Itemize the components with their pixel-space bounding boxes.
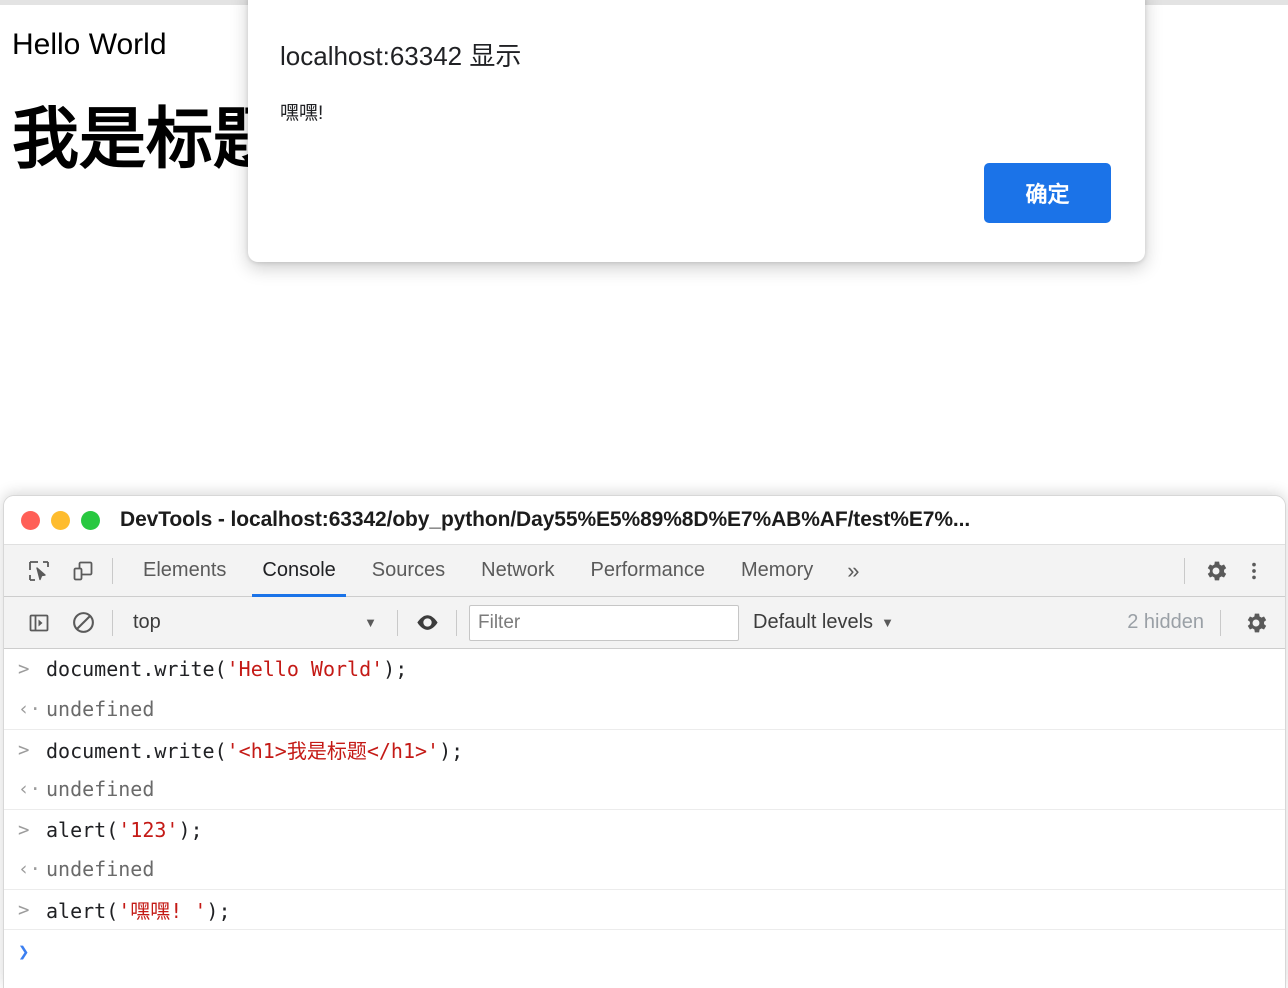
output-arrow-icon: ‹· — [18, 698, 41, 720]
more-tabs-icon[interactable]: » — [831, 545, 875, 597]
console-message-list[interactable]: > document.write('Hello World'); ‹· undefin… — [4, 649, 1285, 973]
output-arrow-icon: ‹· — [18, 778, 41, 800]
tab-console[interactable]: Console — [244, 545, 353, 597]
console-input-row: > alert('嘿嘿! '); — [4, 889, 1285, 929]
settings-gear-icon[interactable] — [1197, 552, 1235, 590]
console-row-text: document.write('Hello World'); — [46, 657, 408, 681]
console-output-row: ‹· undefined — [4, 769, 1285, 809]
input-arrow-icon: > — [18, 898, 30, 921]
tab-elements[interactable]: Elements — [125, 545, 244, 597]
more-options-icon[interactable] — [1235, 552, 1273, 590]
page-heading: 我是标题 — [12, 102, 280, 177]
alert-dialog: localhost:63342 显示 嘿嘿! 确定 — [248, 0, 1145, 262]
input-arrow-icon: > — [18, 818, 30, 841]
page-body-text: Hello World — [12, 28, 167, 61]
log-levels-dropdown[interactable]: Default levels ▼ — [753, 611, 894, 634]
filterbar-divider-2 — [397, 609, 398, 636]
devtools-window: DevTools - localhost:63342/oby_python/Da… — [3, 495, 1286, 988]
tab-sources[interactable]: Sources — [354, 545, 463, 597]
tab-performance[interactable]: Performance — [573, 545, 724, 597]
filterbar-right-group: 2 hidden — [1127, 604, 1285, 642]
log-levels-label: Default levels — [753, 611, 874, 633]
output-arrow-icon: ‹· — [18, 858, 41, 880]
execution-context-label: top — [133, 611, 161, 633]
inspect-element-icon[interactable] — [22, 554, 56, 588]
console-sidebar-toggle-icon[interactable] — [22, 606, 56, 640]
tabbar-right-group — [1172, 552, 1285, 590]
maximize-window-button[interactable] — [81, 510, 100, 530]
screen: Hello World 我是标题 localhost:63342 显示 嘿嘿! … — [0, 0, 1288, 988]
input-arrow-icon: > — [18, 738, 30, 761]
chevron-down-icon: ▼ — [881, 615, 894, 630]
tabbar-divider-1 — [112, 557, 113, 584]
console-filterbar: top ▼ Default levels ▼ 2 hidden — [4, 597, 1285, 649]
alert-dialog-title: localhost:63342 显示 — [280, 41, 522, 71]
console-output-row: ‹· undefined — [4, 689, 1285, 729]
hidden-messages-count: 2 hidden — [1127, 611, 1204, 633]
devtools-titlebar: DevTools - localhost:63342/oby_python/Da… — [4, 496, 1285, 545]
execution-context-dropdown[interactable]: top ▼ — [125, 606, 385, 640]
console-row-text: undefined — [46, 777, 155, 801]
alert-dialog-message: 嘿嘿! — [280, 103, 324, 124]
tab-network[interactable]: Network — [463, 545, 572, 597]
console-prompt-row[interactable]: ❯ — [4, 929, 1285, 973]
filterbar-divider-3 — [456, 609, 457, 636]
console-output-row: ‹· undefined — [4, 849, 1285, 889]
console-row-text: alert('嘿嘿! '); — [46, 899, 231, 923]
live-expression-eye-icon[interactable] — [410, 606, 444, 640]
console-input-row: > alert('123'); — [4, 809, 1285, 849]
console-input-row: > document.write('<h1>我是标题</h1>'); — [4, 729, 1285, 769]
device-toolbar-icon[interactable] — [66, 554, 100, 588]
input-arrow-icon: > — [18, 658, 30, 680]
console-input-row: > document.write('Hello World'); — [4, 649, 1285, 689]
close-window-button[interactable] — [21, 510, 40, 530]
tabbar-divider-2 — [1184, 557, 1185, 584]
console-row-text: alert('123'); — [46, 817, 203, 842]
minimize-window-button[interactable] — [51, 510, 70, 530]
console-row-text: undefined — [46, 857, 155, 881]
filterbar-divider-1 — [112, 609, 113, 636]
tab-memory[interactable]: Memory — [723, 545, 831, 597]
console-row-text: document.write('<h1>我是标题</h1>'); — [46, 739, 464, 763]
chevron-down-icon: ▼ — [364, 615, 377, 630]
console-settings-gear-icon[interactable] — [1237, 604, 1275, 642]
prompt-arrow-icon: ❯ — [18, 940, 30, 963]
filterbar-divider-4 — [1220, 609, 1221, 636]
console-row-text: undefined — [46, 697, 155, 721]
devtools-window-title: DevTools - localhost:63342/oby_python/Da… — [120, 508, 971, 531]
clear-console-icon[interactable] — [66, 606, 100, 640]
console-filter-input[interactable] — [469, 604, 739, 641]
devtools-tabbar: Elements Console Sources Network Perform… — [4, 545, 1285, 597]
window-traffic-lights — [21, 510, 100, 530]
alert-ok-button[interactable]: 确定 — [984, 163, 1111, 223]
